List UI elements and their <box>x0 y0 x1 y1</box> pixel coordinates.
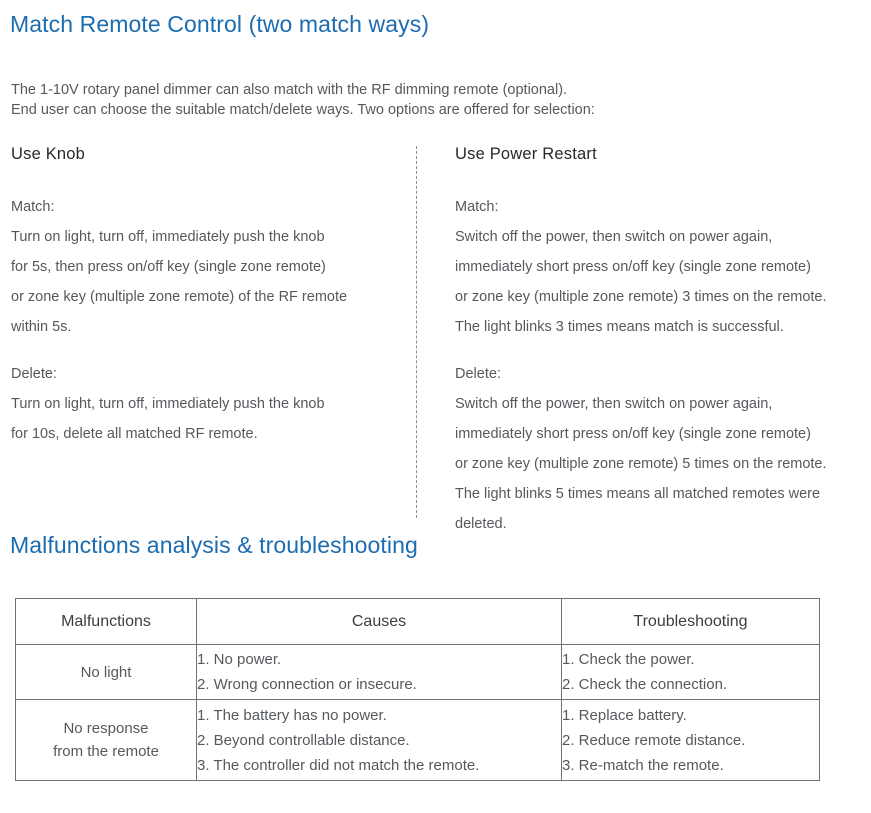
use-knob-match-line: or zone key (multiple zone remote) of th… <box>11 289 348 305</box>
table-cell-malfunction: No response from the remote <box>15 699 197 781</box>
table-cell-malfunction: No light <box>15 644 197 700</box>
table-cell-troubleshooting: 1. Replace battery. 2. Reduce remote dis… <box>561 699 820 781</box>
malfunction-line: No response <box>63 720 149 737</box>
intro-line-2: End user can choose the suitable match/d… <box>11 102 595 118</box>
power-restart-delete-line: or zone key (multiple zone remote) 5 tim… <box>455 456 827 472</box>
power-restart-match-line: or zone key (multiple zone remote) 3 tim… <box>455 289 827 305</box>
section-title-use-power-restart: Use Power Restart <box>455 145 597 163</box>
cause-item: 3. The controller did not match the remo… <box>197 756 480 774</box>
table-header-row: Malfunctions Causes Troubleshooting <box>15 598 820 645</box>
table-row: No response from the remote 1. The batte… <box>15 699 820 781</box>
use-knob-match-label: Match: <box>11 199 55 215</box>
troubleshooting-item: 3. Re-match the remote. <box>562 756 724 774</box>
table-cell-causes: 1. No power. 2. Wrong connection or inse… <box>196 644 562 700</box>
power-restart-delete-line: Switch off the power, then switch on pow… <box>455 396 773 412</box>
column-divider <box>416 146 417 518</box>
section-use-power-restart: Use Power Restart Match: Switch off the … <box>455 143 865 539</box>
table-header-malfunctions: Malfunctions <box>15 598 197 645</box>
use-knob-match-line: for 5s, then press on/off key (single zo… <box>11 259 326 275</box>
use-knob-match-line: within 5s. <box>11 319 72 335</box>
troubleshooting-item: 1. Check the power. <box>562 651 695 668</box>
cause-item: 2. Wrong connection or insecure. <box>197 676 417 693</box>
power-restart-match-line: The light blinks 3 times means match is … <box>455 319 784 335</box>
table-cell-troubleshooting: 1. Check the power. 2. Check the connect… <box>561 644 820 700</box>
table-header-troubleshooting: Troubleshooting <box>561 598 820 645</box>
use-knob-delete-line: for 10s, delete all matched RF remote. <box>11 426 258 442</box>
document-page: Match Remote Control (two match ways) Th… <box>0 0 871 813</box>
table-header-causes: Causes <box>196 598 562 645</box>
power-restart-match-block: Match: Switch off the power, then switch… <box>455 192 865 342</box>
section-title-use-knob: Use Knob <box>11 145 86 163</box>
use-knob-match-line: Turn on light, turn off, immediately pus… <box>11 229 325 245</box>
power-restart-match-line: Switch off the power, then switch on pow… <box>455 229 773 245</box>
page-title-match-remote-control: Match Remote Control (two match ways) <box>10 11 430 37</box>
cause-item: 2. Beyond controllable distance. <box>197 731 410 749</box>
page-title-malfunctions: Malfunctions analysis & troubleshooting <box>10 532 418 558</box>
power-restart-delete-label: Delete: <box>455 366 501 382</box>
malfunctions-table: Malfunctions Causes Troubleshooting No l… <box>15 598 820 781</box>
cause-item: 1. No power. <box>197 651 282 668</box>
power-restart-match-label: Match: <box>455 199 499 215</box>
intro-line-1: The 1-10V rotary panel dimmer can also m… <box>11 82 568 98</box>
table-cell-causes: 1. The battery has no power. 2. Beyond c… <box>196 699 562 781</box>
use-knob-match-block: Match: Turn on light, turn off, immediat… <box>11 192 406 342</box>
use-knob-delete-block: Delete: Turn on light, turn off, immedia… <box>11 359 406 449</box>
malfunction-line: from the remote <box>53 743 159 760</box>
intro-paragraph: The 1-10V rotary panel dimmer can also m… <box>11 80 711 120</box>
power-restart-delete-line: The light blinks 5 times means all match… <box>455 486 821 502</box>
power-restart-delete-block: Delete: Switch off the power, then switc… <box>455 359 865 539</box>
power-restart-delete-line: immediately short press on/off key (sing… <box>455 426 811 442</box>
use-knob-delete-line: Turn on light, turn off, immediately pus… <box>11 396 325 412</box>
power-restart-delete-line: deleted. <box>455 516 507 532</box>
troubleshooting-item: 2. Reduce remote distance. <box>562 731 746 749</box>
cause-item: 1. The battery has no power. <box>197 706 387 724</box>
troubleshooting-item: 2. Check the connection. <box>562 676 728 693</box>
power-restart-match-line: immediately short press on/off key (sing… <box>455 259 811 275</box>
section-use-knob: Use Knob Match: Turn on light, turn off,… <box>11 143 406 449</box>
malfunction-line: No light <box>80 663 132 681</box>
troubleshooting-item: 1. Replace battery. <box>562 706 687 724</box>
table-row: No light 1. No power. 2. Wrong connectio… <box>15 644 820 700</box>
use-knob-delete-label: Delete: <box>11 366 57 382</box>
